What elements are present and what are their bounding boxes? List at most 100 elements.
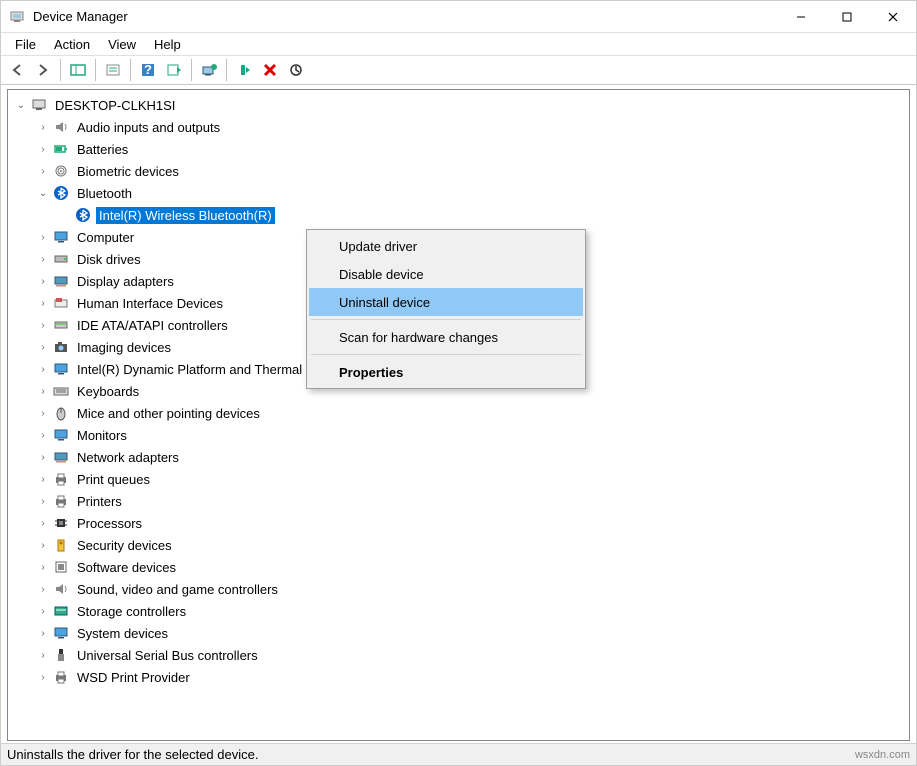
tree-item-label: Universal Serial Bus controllers [74, 647, 261, 664]
expand-icon[interactable]: › [36, 142, 50, 156]
toolbar-separator [130, 59, 131, 81]
collapse-icon[interactable]: ⌄ [36, 186, 50, 200]
tree-item-label: Biometric devices [74, 163, 182, 180]
maximize-button[interactable] [824, 1, 870, 32]
expand-icon[interactable]: › [36, 252, 50, 266]
collapse-icon[interactable]: ⌄ [14, 98, 28, 112]
tree-item-biometric[interactable]: › Biometric devices [10, 160, 909, 182]
monitor-icon [52, 624, 70, 642]
expand-icon[interactable]: › [36, 340, 50, 354]
show-hide-console-button[interactable] [66, 58, 90, 82]
tree-item-label: Bluetooth [74, 185, 135, 202]
tree-item-wsd[interactable]: › WSD Print Provider [10, 666, 909, 688]
expand-icon[interactable]: › [36, 560, 50, 574]
help-button[interactable]: ? [136, 58, 160, 82]
tree-item-audio[interactable]: › Audio inputs and outputs [10, 116, 909, 138]
tree-item-printqueues[interactable]: › Print queues [10, 468, 909, 490]
cpu-icon [52, 514, 70, 532]
speaker-icon [52, 580, 70, 598]
software-icon [52, 558, 70, 576]
expand-icon[interactable]: › [36, 428, 50, 442]
menu-item-update-driver[interactable]: Update driver [309, 232, 583, 260]
uninstall-device-button[interactable] [258, 58, 282, 82]
context-menu: Update driver Disable device Uninstall d… [306, 229, 586, 389]
tree-item-label: Monitors [74, 427, 130, 444]
tree-item-bluetooth[interactable]: ⌄ Bluetooth [10, 182, 909, 204]
expand-icon[interactable]: › [36, 164, 50, 178]
toolbar-separator [191, 59, 192, 81]
expand-icon[interactable]: › [36, 648, 50, 662]
expand-icon[interactable]: › [36, 274, 50, 288]
tree-item-printers[interactable]: › Printers [10, 490, 909, 512]
minimize-button[interactable] [778, 1, 824, 32]
expand-icon[interactable]: › [36, 406, 50, 420]
tree-item-sound[interactable]: › Sound, video and game controllers [10, 578, 909, 600]
update-driver-button[interactable] [197, 58, 221, 82]
security-icon [52, 536, 70, 554]
window-controls [778, 1, 916, 32]
toolbar-separator [226, 59, 227, 81]
menu-file[interactable]: File [7, 35, 44, 54]
speaker-icon [52, 118, 70, 136]
tree-item-label: WSD Print Provider [74, 669, 193, 686]
tree-item-security[interactable]: › Security devices [10, 534, 909, 556]
expand-icon[interactable]: › [36, 230, 50, 244]
tree-item-label: IDE ATA/ATAPI controllers [74, 317, 231, 334]
expand-icon[interactable]: › [36, 362, 50, 376]
menu-view[interactable]: View [100, 35, 144, 54]
scan-hardware-button[interactable] [284, 58, 308, 82]
expand-icon[interactable]: › [36, 494, 50, 508]
tree-item-label: Printers [74, 493, 125, 510]
computer-icon [30, 96, 48, 114]
properties-button[interactable] [101, 58, 125, 82]
printer-icon [52, 492, 70, 510]
menu-item-scan-hardware[interactable]: Scan for hardware changes [309, 323, 583, 351]
close-button[interactable] [870, 1, 916, 32]
tree-item-network[interactable]: › Network adapters [10, 446, 909, 468]
battery-icon [52, 140, 70, 158]
tree-item-storage[interactable]: › Storage controllers [10, 600, 909, 622]
titlebar: Device Manager [1, 1, 916, 33]
expand-icon[interactable]: › [36, 670, 50, 684]
expand-icon[interactable]: › [36, 538, 50, 552]
enable-device-button[interactable] [232, 58, 256, 82]
menu-item-uninstall-device[interactable]: Uninstall device [309, 288, 583, 316]
tree-item-processors[interactable]: › Processors [10, 512, 909, 534]
tree-item-label: Disk drives [74, 251, 144, 268]
tree-item-bluetooth-device[interactable]: Intel(R) Wireless Bluetooth(R) [10, 204, 909, 226]
tree-item-batteries[interactable]: › Batteries [10, 138, 909, 160]
bluetooth-icon [52, 184, 70, 202]
device-tree-panel: ⌄ DESKTOP-CLKH1SI › Audio inputs and out… [7, 89, 910, 741]
expand-icon[interactable]: › [36, 450, 50, 464]
expand-icon[interactable]: › [36, 296, 50, 310]
expand-icon[interactable]: › [36, 604, 50, 618]
expand-icon[interactable]: › [36, 472, 50, 486]
action-button[interactable] [162, 58, 186, 82]
device-tree[interactable]: ⌄ DESKTOP-CLKH1SI › Audio inputs and out… [8, 94, 909, 688]
window-title: Device Manager [33, 9, 778, 24]
toolbar: ? [1, 55, 916, 85]
expand-icon[interactable]: › [36, 516, 50, 530]
tree-item-usb[interactable]: › Universal Serial Bus controllers [10, 644, 909, 666]
expand-icon[interactable]: › [36, 318, 50, 332]
tree-item-system[interactable]: › System devices [10, 622, 909, 644]
tree-item-label: Intel(R) Wireless Bluetooth(R) [96, 207, 275, 224]
menu-action[interactable]: Action [46, 35, 98, 54]
tree-item-label: Storage controllers [74, 603, 189, 620]
forward-button[interactable] [31, 58, 55, 82]
expand-icon[interactable]: › [36, 120, 50, 134]
tree-item-monitors[interactable]: › Monitors [10, 424, 909, 446]
back-button[interactable] [5, 58, 29, 82]
usb-icon [52, 646, 70, 664]
expand-icon[interactable]: › [36, 582, 50, 596]
menu-item-disable-device[interactable]: Disable device [309, 260, 583, 288]
menu-item-properties[interactable]: Properties [309, 358, 583, 386]
tree-root[interactable]: ⌄ DESKTOP-CLKH1SI [10, 94, 909, 116]
expand-icon[interactable]: › [36, 384, 50, 398]
storage-icon [52, 602, 70, 620]
tree-item-software[interactable]: › Software devices [10, 556, 909, 578]
statusbar: Uninstalls the driver for the selected d… [1, 743, 916, 765]
menu-help[interactable]: Help [146, 35, 189, 54]
tree-item-mice[interactable]: › Mice and other pointing devices [10, 402, 909, 424]
expand-icon[interactable]: › [36, 626, 50, 640]
